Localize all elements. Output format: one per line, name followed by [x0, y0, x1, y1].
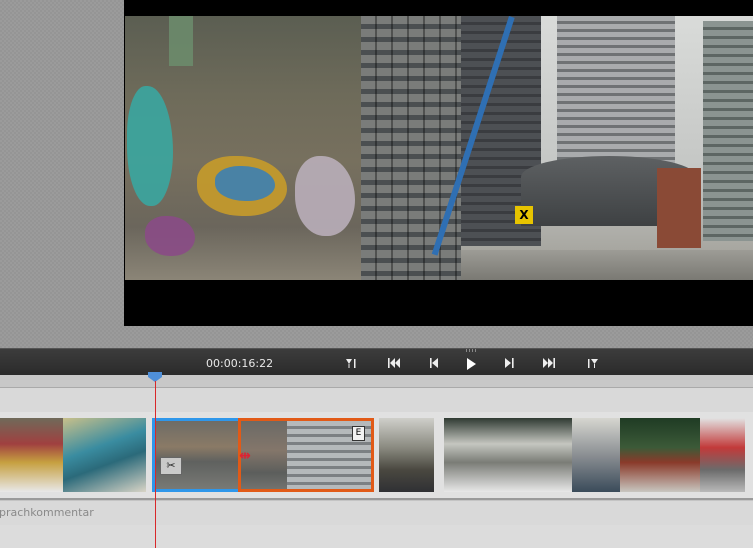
- soundtrack-track[interactable]: [0, 525, 753, 548]
- play-button[interactable]: [460, 353, 482, 373]
- go-to-next-edit-button[interactable]: [538, 353, 560, 373]
- right-building: [703, 21, 753, 241]
- transport-bar: 00:00:16:22: [0, 348, 753, 376]
- step-back-icon: [430, 358, 438, 368]
- trim-cursor-icon: ⇹: [239, 448, 251, 464]
- clip-graffiti[interactable]: [0, 418, 146, 492]
- clip-selected-left[interactable]: ✂: [152, 418, 241, 492]
- title-track[interactable]: [0, 388, 753, 412]
- fence: [461, 250, 753, 280]
- clip-thumbnail: [0, 418, 63, 492]
- preview-area: X: [0, 0, 753, 348]
- graffiti-wall-scene: [125, 16, 361, 280]
- go-to-in-point-button[interactable]: [341, 353, 363, 373]
- monitor-panel[interactable]: X: [124, 0, 753, 326]
- clip-river[interactable]: [379, 418, 434, 492]
- clip-selected-right[interactable]: E: [238, 418, 374, 492]
- mark-out-icon: [588, 359, 598, 368]
- timecode-display[interactable]: 00:00:16:22: [206, 357, 273, 370]
- step-forward-button[interactable]: [498, 353, 520, 373]
- skip-forward-icon: [543, 358, 555, 368]
- panel-resize-grip[interactable]: [466, 349, 478, 352]
- go-to-out-point-button[interactable]: [581, 353, 603, 373]
- playhead-line[interactable]: [155, 381, 156, 548]
- scissors-icon[interactable]: ✂: [160, 457, 182, 475]
- mark-in-icon: [346, 359, 356, 368]
- clip-thumbnail: [620, 418, 700, 492]
- skip-back-icon: [388, 358, 400, 368]
- clip-thumbnail: [572, 418, 620, 492]
- go-to-previous-edit-button[interactable]: [383, 353, 405, 373]
- video-frame: X: [125, 16, 753, 280]
- clip-thumbnail: [444, 418, 572, 492]
- narration-track-label: prachkommentar: [0, 506, 94, 519]
- clip-thumbnail: [379, 418, 434, 492]
- clip-thumbnail: [700, 418, 745, 492]
- time-ruler[interactable]: [0, 375, 753, 388]
- narration-track[interactable]: prachkommentar: [0, 500, 753, 526]
- play-icon: [467, 358, 476, 370]
- brick-building: [657, 168, 701, 248]
- yellow-sign: X: [515, 206, 533, 224]
- construction-crane-scene: X: [431, 16, 753, 280]
- clip-marker-icon[interactable]: E: [352, 426, 365, 441]
- office-building-scene: [361, 16, 461, 280]
- step-back-button[interactable]: [423, 353, 445, 373]
- clip-thumbnail: [63, 418, 146, 492]
- step-forward-icon: [505, 358, 514, 368]
- video-track[interactable]: ✂ E ⇹: [0, 412, 753, 498]
- clip-bridge[interactable]: [444, 418, 745, 492]
